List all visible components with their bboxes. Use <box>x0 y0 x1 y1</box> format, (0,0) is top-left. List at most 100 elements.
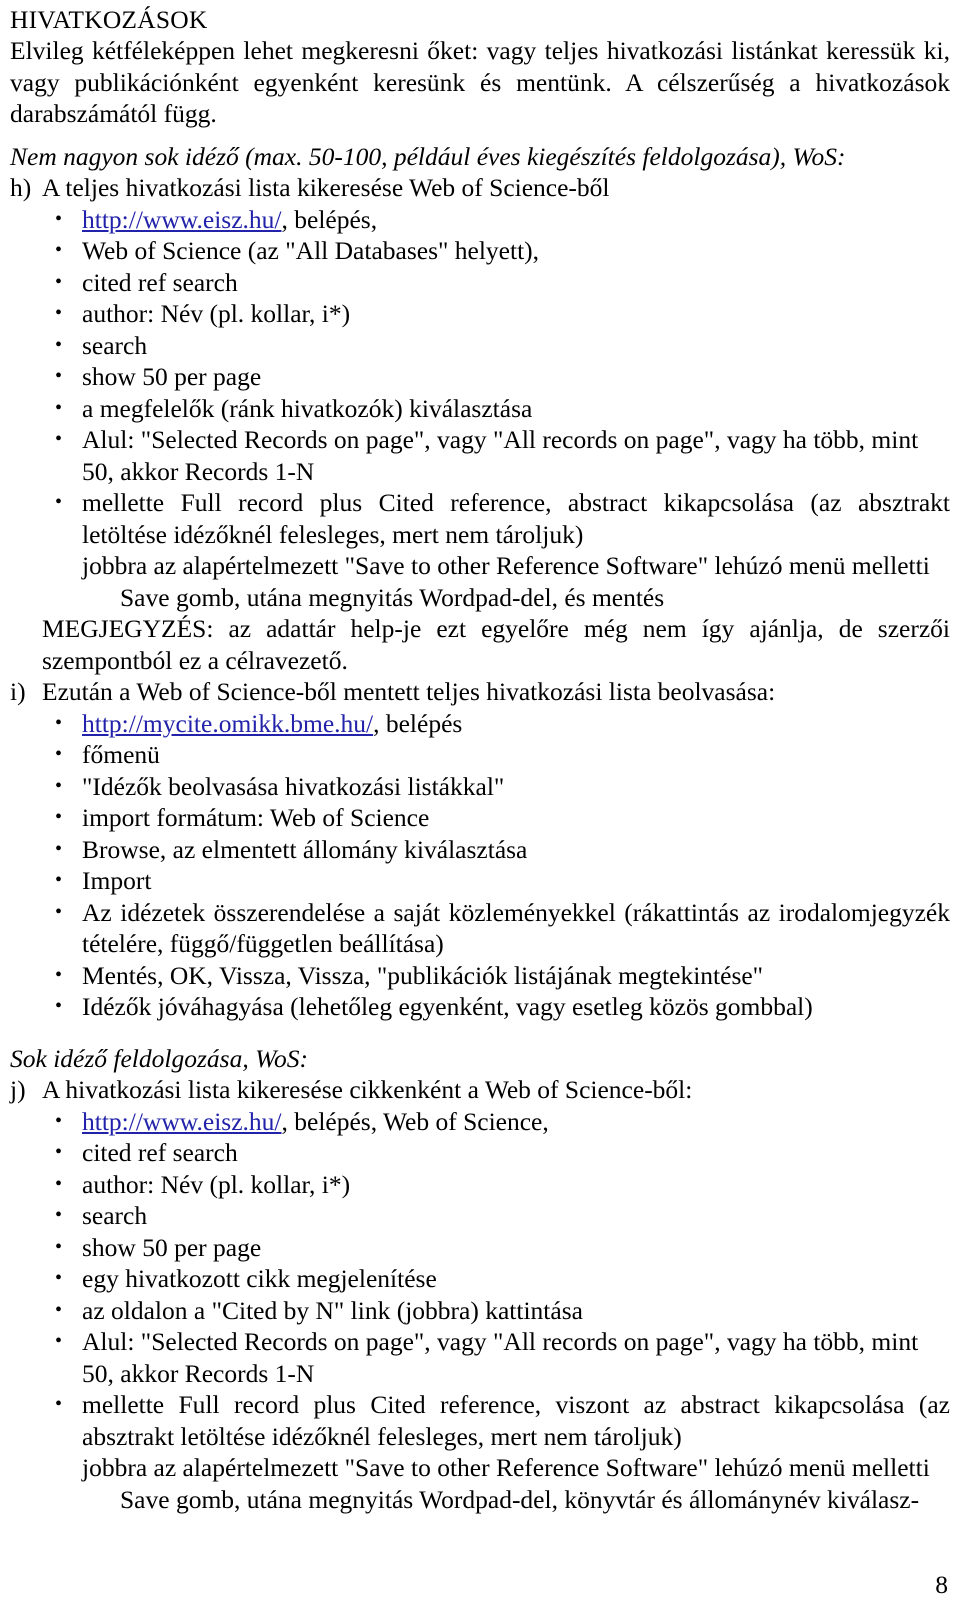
list-item: • Az idézetek összerendelése a saját köz… <box>10 897 950 960</box>
list-item: • a megfelelők (ránk hivatkozók) kiválas… <box>10 393 950 425</box>
list-item-h-text: A teljes hivatkozási lista kikeresése We… <box>42 173 610 202</box>
list-item: • mellette Full record plus Cited refere… <box>10 487 950 550</box>
bullet-icon: • <box>55 207 63 230</box>
list-item-label: , belépés, <box>281 204 378 234</box>
list-item: • cited ref search <box>10 267 950 299</box>
list-item: • Alul: "Selected Records on page", vagy… <box>10 424 950 487</box>
page-number: 8 <box>935 1570 948 1599</box>
bullet-icon: • <box>55 711 63 734</box>
list-item: • főmenü <box>10 739 950 771</box>
list-item: • Browse, az elmentett állomány kiválasz… <box>10 834 950 866</box>
document-body: HIVATKOZÁSOK Elvileg kétféleképpen lehet… <box>10 4 950 1515</box>
list-item: • cited ref search <box>10 1137 950 1169</box>
list-item: • http://www.eisz.hu/, belépés, Web of S… <box>10 1106 950 1138</box>
bullet-icon: • <box>55 1298 63 1321</box>
list-item-label: Idézők jóváhagyása (lehetőleg egyenként,… <box>82 992 813 1021</box>
bullet-icon: • <box>55 239 63 261</box>
note-paragraph: MEGJEGYZÉS: az adattár help-je ezt egyel… <box>42 614 950 675</box>
continuation-line: Save gomb, utána megnyitás Wordpad-del, … <box>120 582 665 612</box>
list-item-label: "Idézők beolvasása hivatkozási listákkal… <box>82 771 505 801</box>
bullet-icon: • <box>55 774 63 797</box>
list-item-label: search <box>82 330 148 360</box>
bullet-icon: • <box>55 1393 63 1415</box>
bullet-icon: • <box>55 1330 63 1352</box>
bullet-icon: • <box>55 900 63 923</box>
link-eisz[interactable]: http://www.eisz.hu/ <box>82 205 282 234</box>
bullet-icon: • <box>55 1204 63 1226</box>
list-item: • import formátum: Web of Science <box>10 802 950 834</box>
continuation-line: Save gomb, utána megnyitás Wordpad-del, … <box>120 1484 920 1514</box>
bullet-icon: • <box>55 302 63 324</box>
bullet-icon: • <box>55 428 63 450</box>
list-item-label: cited ref search <box>82 267 238 297</box>
list-item-label: search <box>82 1201 148 1230</box>
list-item-label: show 50 per page <box>82 362 262 391</box>
link-mycite[interactable]: http://mycite.omikk.bme.hu/ <box>82 709 373 738</box>
list-item-label: import formátum: Web of Science <box>82 803 430 832</box>
list-item-label: Import <box>82 866 152 895</box>
bullet-icon: • <box>55 491 63 513</box>
list-item-label: Alul: "Selected Records on page", vagy "… <box>82 1327 919 1388</box>
list-item: • http://www.eisz.hu/, belépés, <box>10 204 950 236</box>
list-item-j: j) A hivatkozási lista kikeresése cikken… <box>10 1074 950 1106</box>
bullet-icon: • <box>55 869 63 891</box>
list-item: • search <box>10 330 950 362</box>
list-item-j-text: A hivatkozási lista kikeresése cikkenkén… <box>42 1075 693 1104</box>
list-item-label: author: Név (pl. kollar, i*) <box>82 299 351 328</box>
bullet-icon: • <box>55 963 63 986</box>
list-item-label: az oldalon a "Cited by N" link (jobbra) … <box>82 1295 583 1325</box>
list-item-label: show 50 per page <box>82 1232 262 1262</box>
list-item: • Import <box>10 865 950 897</box>
bullet-icon: • <box>55 1267 63 1289</box>
list-item: • az oldalon a "Cited by N" link (jobbra… <box>10 1295 950 1327</box>
bullet-icon: • <box>55 270 63 293</box>
continuation-line: jobbra az alapértelmezett "Save to other… <box>82 1453 930 1482</box>
list-item: • search <box>10 1200 950 1232</box>
list-item-h: h) A teljes hivatkozási lista kikeresése… <box>10 172 950 204</box>
bullet-icon: • <box>55 1235 63 1258</box>
list-item-label: mellette Full record plus Cited referenc… <box>82 488 950 549</box>
list-item: • egy hivatkozott cikk megjelenítése <box>10 1263 950 1295</box>
list-marker-i: i) <box>10 677 26 706</box>
document-page: HIVATKOZÁSOK Elvileg kétféleképpen lehet… <box>0 0 960 1606</box>
list-item: • http://mycite.omikk.bme.hu/, belépés <box>10 708 950 740</box>
list-item: • author: Név (pl. kollar, i*) <box>10 1169 950 1201</box>
list-item-label: Az idézetek összerendelése a saját közle… <box>82 897 950 959</box>
bullet-icon: • <box>55 1141 63 1163</box>
section-2-lead: Sok idéző feldolgozása, WoS: <box>10 1043 308 1073</box>
list-item: • Alul: "Selected Records on page", vagy… <box>10 1326 950 1389</box>
list-item-label: , belépés <box>373 708 463 738</box>
list-item-label: a megfelelők (ránk hivatkozók) kiválaszt… <box>82 393 533 423</box>
list-item-label: egy hivatkozott cikk megjelenítése <box>82 1264 437 1293</box>
bullet-icon: • <box>55 396 63 419</box>
list-item-i-text: Ezután a Web of Science-ből mentett telj… <box>42 677 776 706</box>
page-title: HIVATKOZÁSOK <box>10 5 208 34</box>
bullet-icon: • <box>55 743 63 765</box>
continuation-line: jobbra az alapértelmezett "Save to other… <box>82 551 930 580</box>
list-item-label: Alul: "Selected Records on page", vagy "… <box>82 425 919 486</box>
list-item-label: , belépés, Web of Science, <box>281 1106 549 1136</box>
intro-paragraph: Elvileg kétféleképpen lehet megkeresni ő… <box>10 36 950 128</box>
bullet-icon: • <box>55 1109 63 1132</box>
link-eisz[interactable]: http://www.eisz.hu/ <box>82 1107 282 1136</box>
bullet-icon: • <box>55 1172 63 1195</box>
list-item: • show 50 per page <box>10 1232 950 1264</box>
list-item: • Web of Science (az "All Databases" hel… <box>10 235 950 267</box>
list-item: • mellette Full record plus Cited refere… <box>10 1389 950 1452</box>
list-item-i: i) Ezután a Web of Science-ből mentett t… <box>10 676 950 708</box>
bullet-icon: • <box>55 806 63 828</box>
list-item: • show 50 per page <box>10 361 950 393</box>
list-item-label: Browse, az elmentett állomány kiválasztá… <box>82 834 528 864</box>
list-item: • Idézők jóváhagyása (lehetőleg egyenkén… <box>10 991 950 1023</box>
list-item-label: cited ref search <box>82 1138 238 1167</box>
list-item-label: főmenü <box>82 740 160 769</box>
list-item: • author: Név (pl. kollar, i*) <box>10 298 950 330</box>
list-marker-j: j) <box>10 1075 26 1104</box>
list-marker-h: h) <box>10 173 32 202</box>
list-item: • Mentés, OK, Vissza, Vissza, "publikáci… <box>10 960 950 992</box>
section-1-lead: Nem nagyon sok idéző (max. 50-100, példá… <box>10 141 846 171</box>
list-item-label: mellette Full record plus Cited referenc… <box>82 1390 950 1451</box>
bullet-icon: • <box>55 995 63 1017</box>
